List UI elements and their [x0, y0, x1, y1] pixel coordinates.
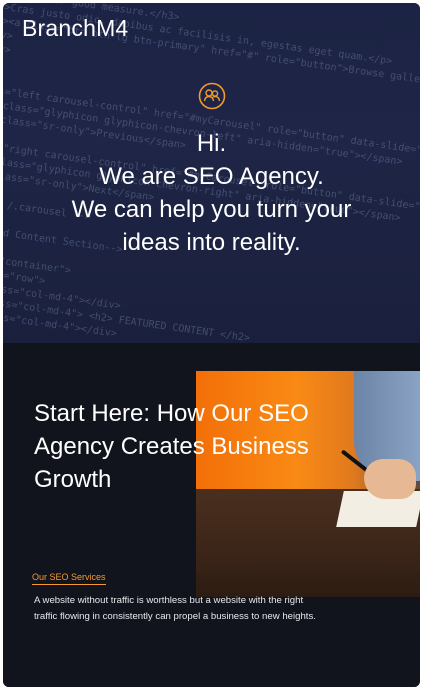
title-line: Start Here: How Our SEO: [34, 400, 309, 427]
hero-line: We can help you turn your: [71, 196, 352, 223]
seo-intro-section: Start Here: How Our SEO Agency Creates B…: [3, 343, 420, 687]
body-line: traffic flowing in consistently can prop…: [34, 611, 316, 622]
hand-shape: [364, 459, 416, 499]
people-circle-icon: [198, 82, 226, 110]
hero-section: <div class="item"> <img src="img/..." al…: [3, 3, 420, 343]
section-body: A website without traffic is worthless b…: [34, 593, 364, 625]
body-line: A website without traffic is worthless b…: [34, 595, 304, 606]
title-line: Agency Creates Business: [34, 433, 309, 460]
hero-line: ideas into reality.: [122, 229, 301, 256]
page-frame: <div class="item"> <img src="img/..." al…: [3, 3, 420, 687]
hero-line: We are SEO Agency.: [99, 163, 324, 190]
hero-headline: Hi. We are SEO Agency. We can help you t…: [3, 127, 420, 259]
section-title: Start Here: How Our SEO Agency Creates B…: [34, 397, 334, 496]
hero-line: Hi.: [196, 130, 227, 157]
seo-services-link[interactable]: Our SEO Services: [32, 572, 106, 585]
title-line: Growth: [34, 466, 112, 493]
brand-logo[interactable]: BranchM4: [22, 15, 128, 42]
